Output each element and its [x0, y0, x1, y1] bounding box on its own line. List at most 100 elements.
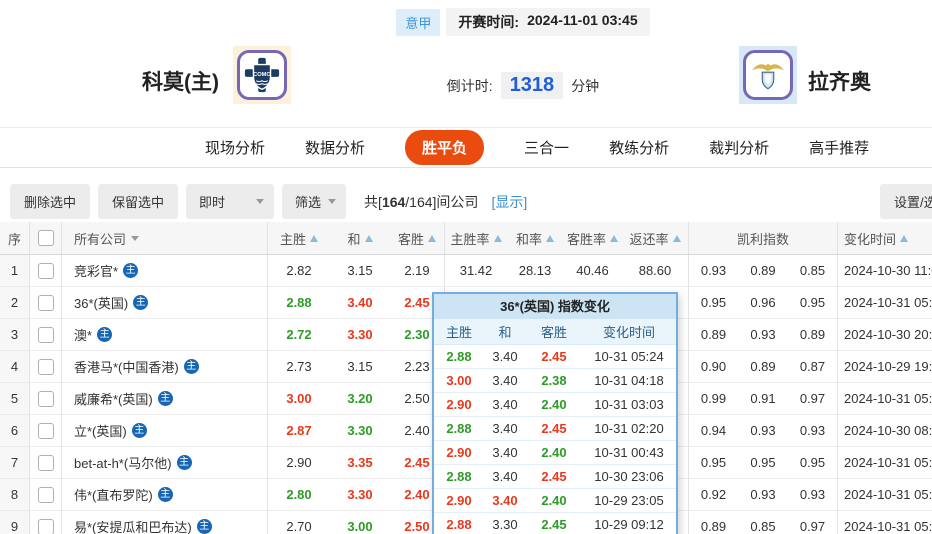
- row-checkbox[interactable]: [37, 454, 54, 471]
- row-number: 4: [0, 351, 30, 382]
- popup-change-time: 10-31 00:43: [594, 445, 664, 460]
- popup-draw-odds: 3.40: [492, 469, 518, 484]
- nav-tab[interactable]: 裁判分析: [709, 137, 769, 158]
- nav-tab[interactable]: 教练分析: [609, 137, 669, 158]
- kelly-away: 0.95: [788, 287, 838, 318]
- home-odds: 2.80: [286, 487, 312, 502]
- change-time: 2024-10-31 05:34: [844, 487, 932, 502]
- col-home-odds[interactable]: 主胜: [268, 222, 330, 254]
- home-odds: 2.87: [286, 423, 312, 438]
- popup-change-time: 10-31 02:20: [594, 421, 664, 436]
- company-link[interactable]: 伟*(直布罗陀): [74, 485, 153, 504]
- settings-button[interactable]: 设置/选择: [880, 184, 932, 219]
- main-market-icon[interactable]: 主: [123, 263, 139, 278]
- company-cell: 竞彩官* 主: [62, 255, 268, 286]
- kelly-home: 0.95: [700, 295, 727, 310]
- row-checkbox[interactable]: [37, 422, 54, 439]
- popup-home-odds: 2.88: [446, 469, 472, 484]
- draw-odds: 3.30: [347, 487, 373, 502]
- col-change-time[interactable]: 变化时间: [838, 222, 932, 254]
- league-badge[interactable]: 意甲: [396, 8, 441, 36]
- popup-row: 2.88 3.40 2.45 10-31 02:20: [434, 417, 676, 441]
- row-checkbox-cell: [30, 511, 62, 534]
- home-odds: 2.70: [286, 519, 312, 534]
- row-checkbox[interactable]: [37, 262, 54, 279]
- row-checkbox[interactable]: [37, 518, 54, 534]
- popup-away-odds: 2.45: [541, 469, 567, 484]
- row-checkbox-cell: [30, 351, 62, 382]
- row-number: 3: [0, 319, 30, 350]
- popup-col-home: 主胜: [445, 325, 472, 340]
- main-market-icon[interactable]: 主: [196, 519, 212, 534]
- nav-tab[interactable]: 现场分析: [205, 137, 265, 158]
- nav-tab[interactable]: 高手推荐: [809, 137, 869, 158]
- popup-change-time: 10-29 23:05: [594, 493, 664, 508]
- company-link[interactable]: 澳*: [74, 325, 92, 344]
- popup-row: 2.90 3.40 2.40 10-31 03:03: [434, 393, 676, 417]
- col-home-label: 主胜: [279, 231, 306, 247]
- away-odds: 2.19: [390, 255, 445, 286]
- chevron-down-icon: [256, 199, 265, 204]
- nav-tab[interactable]: 数据分析: [305, 137, 365, 158]
- popup-change-time: 10-31 05:24: [594, 349, 664, 364]
- popup-row: 2.88 3.30 2.45 10-29 09:12: [434, 513, 676, 534]
- company-link[interactable]: 威廉希*(英国): [74, 389, 153, 408]
- main-market-icon[interactable]: 主: [157, 487, 173, 502]
- main-market-icon[interactable]: 主: [97, 327, 113, 342]
- company-cell: 立*(英国) 主: [62, 415, 268, 446]
- col-draw-odds[interactable]: 和: [330, 222, 390, 254]
- row-checkbox[interactable]: [37, 358, 54, 375]
- keep-selected-button[interactable]: 保留选中: [98, 184, 179, 219]
- company-link[interactable]: 易*(安提瓜和巴布达): [74, 517, 192, 534]
- company-cell: 澳* 主: [62, 319, 268, 350]
- sort-up-icon: [364, 234, 373, 242]
- company-link[interactable]: 香港马*(中国香港): [74, 357, 179, 376]
- show-link[interactable]: [显示]: [491, 192, 527, 212]
- company-link[interactable]: bet-at-h*(马尔他): [74, 453, 172, 472]
- filter-dropdown[interactable]: 筛选: [282, 184, 347, 219]
- row-checkbox[interactable]: [37, 294, 54, 311]
- popup-change-time: 10-30 23:06: [594, 469, 664, 484]
- popup-change-time: 10-31 03:03: [594, 397, 664, 412]
- change-time: 2024-10-31 05:39: [844, 519, 932, 534]
- row-checkbox[interactable]: [37, 486, 54, 503]
- col-company[interactable]: 所有公司: [62, 222, 268, 254]
- col-home-rate[interactable]: 主胜率: [445, 222, 507, 254]
- col-return-rate[interactable]: 返还率: [622, 222, 689, 254]
- delete-selected-button[interactable]: 删除选中: [10, 184, 91, 219]
- col-away-odds[interactable]: 客胜: [390, 222, 445, 254]
- kelly-away: 0.97: [788, 383, 838, 414]
- popup-home-odds: 2.88: [446, 349, 472, 364]
- company-count: 共[164/164]间公司: [364, 192, 478, 212]
- popup-row: 2.88 3.40 2.45 10-31 05:24: [434, 345, 676, 369]
- main-market-icon[interactable]: 主: [157, 391, 173, 406]
- company-link[interactable]: 36*(英国): [74, 293, 128, 312]
- main-market-icon[interactable]: 主: [176, 455, 192, 470]
- row-checkbox[interactable]: [37, 390, 54, 407]
- col-draw-rate-label: 和率: [515, 231, 542, 247]
- nav-tab[interactable]: 胜平负: [405, 130, 485, 165]
- popup-home-odds: 2.88: [446, 421, 472, 436]
- kelly-away: 0.87: [788, 351, 838, 382]
- company-cell: 36*(英国) 主: [62, 287, 268, 318]
- company-cell: 香港马*(中国香港) 主: [62, 351, 268, 382]
- kickoff-label: 开赛时间:: [458, 14, 520, 30]
- row-checkbox[interactable]: [37, 326, 54, 343]
- col-away-rate[interactable]: 客胜率: [563, 222, 622, 254]
- main-market-icon[interactable]: 主: [183, 359, 199, 374]
- col-draw-rate[interactable]: 和率: [507, 222, 563, 254]
- popup-away-odds: 2.40: [541, 493, 567, 508]
- main-market-icon[interactable]: 主: [133, 295, 149, 310]
- time-filter-dropdown[interactable]: 即时: [186, 184, 275, 219]
- main-market-icon[interactable]: 主: [131, 423, 147, 438]
- company-link[interactable]: 立*(英国): [74, 421, 127, 440]
- row-number: 8: [0, 479, 30, 510]
- nav-tab[interactable]: 三合一: [524, 137, 569, 158]
- away-team-logo: [739, 46, 797, 104]
- draw-odds: 3.30: [347, 423, 373, 438]
- draw-odds: 3.15: [347, 359, 373, 374]
- time-filter-value: 即时: [199, 195, 226, 210]
- row-checkbox-cell: [30, 255, 62, 286]
- company-link[interactable]: 竞彩官*: [74, 261, 118, 280]
- select-all-checkbox[interactable]: [37, 230, 54, 246]
